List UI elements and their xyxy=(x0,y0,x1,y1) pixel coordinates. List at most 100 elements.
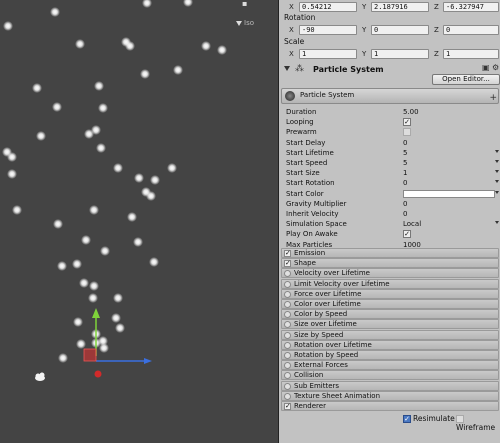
property-checkbox[interactable] xyxy=(403,230,411,239)
particle-system-icon: ⁂ xyxy=(295,64,304,74)
module-row[interactable]: Size over Lifetime xyxy=(281,319,499,330)
dropdown-arrow-icon[interactable] xyxy=(495,170,499,174)
property-checkbox[interactable] xyxy=(403,118,411,127)
rotation-label: Rotation xyxy=(284,13,316,22)
gizmo-y-arrow[interactable] xyxy=(92,308,100,318)
scale-z-field[interactable]: 1 xyxy=(443,49,499,59)
particle xyxy=(134,173,144,183)
property-value[interactable]: 5 xyxy=(403,158,407,168)
rotation-x-field[interactable]: -90 xyxy=(299,25,357,35)
property-checkbox[interactable] xyxy=(403,128,411,137)
module-label: Sub Emitters xyxy=(294,381,340,390)
module-toggle[interactable] xyxy=(284,321,291,329)
module-toggle[interactable] xyxy=(284,250,291,257)
property-value[interactable] xyxy=(403,117,411,127)
module-toggle[interactable] xyxy=(284,372,291,380)
gear-icon[interactable]: ⚙ xyxy=(492,64,500,72)
module-toggle[interactable] xyxy=(284,260,291,268)
particle xyxy=(115,323,125,333)
module-toggle[interactable] xyxy=(284,392,291,400)
add-plus-icon[interactable]: + xyxy=(489,93,497,103)
module-row[interactable]: External Forces xyxy=(281,360,499,371)
property-row: Inherit Velocity 0 xyxy=(279,209,500,219)
module-toggle[interactable] xyxy=(284,331,291,339)
gizmo-x-handle[interactable] xyxy=(94,370,102,378)
position-y-field[interactable]: 2.187916 xyxy=(371,2,429,12)
module-row[interactable]: Shape xyxy=(281,258,499,269)
module-toggle[interactable] xyxy=(284,403,291,410)
particle xyxy=(98,103,108,113)
module-row[interactable]: Velocity over Lifetime xyxy=(281,268,499,279)
property-value[interactable] xyxy=(403,229,411,239)
module-row[interactable]: Texture Sheet Animation xyxy=(281,390,499,401)
property-value[interactable]: Local xyxy=(403,219,421,229)
wireframe-checkbox[interactable] xyxy=(456,415,464,423)
property-label: Duration xyxy=(286,108,317,116)
open-editor-button[interactable]: Open Editor... xyxy=(432,74,500,85)
particle xyxy=(12,205,22,215)
scale-x-field[interactable]: 1 xyxy=(299,49,357,59)
property-value[interactable] xyxy=(403,127,411,137)
module-row[interactable]: Collision xyxy=(281,370,499,381)
rotation-y-field[interactable]: 0 xyxy=(371,25,429,35)
rotation-z-field[interactable]: 0 xyxy=(443,25,499,35)
particle-system-module-header[interactable]: Particle System + xyxy=(281,88,499,104)
dropdown-arrow-icon[interactable] xyxy=(495,149,499,153)
dropdown-arrow-icon[interactable] xyxy=(495,180,499,184)
module-toggle[interactable] xyxy=(284,270,291,278)
module-row[interactable]: Color over Lifetime xyxy=(281,299,499,309)
property-row: Start Color xyxy=(279,189,500,199)
module-label: Force over Lifetime xyxy=(294,289,362,298)
foldout-arrow-icon[interactable] xyxy=(284,66,290,71)
module-toggle[interactable] xyxy=(284,301,291,308)
module-row[interactable]: Force over Lifetime xyxy=(281,288,499,299)
dropdown-arrow-icon[interactable] xyxy=(495,190,499,194)
rotation-y-label: Y xyxy=(362,26,367,34)
property-value[interactable]: 5.00 xyxy=(403,107,419,117)
property-value[interactable]: 5 xyxy=(403,148,407,158)
help-book-icon[interactable]: ▣ xyxy=(482,64,490,72)
module-row[interactable]: Rotation over Lifetime xyxy=(281,339,499,350)
scale-y-field[interactable]: 1 xyxy=(371,49,429,59)
resimulate-option[interactable]: Resimulate xyxy=(403,414,455,423)
module-toggle[interactable] xyxy=(284,341,291,349)
iso-toggle[interactable]: Iso xyxy=(236,19,254,27)
particle xyxy=(36,131,46,141)
camera-icon[interactable]: ▪ xyxy=(242,0,250,8)
property-label: Start Speed xyxy=(286,159,328,167)
module-row[interactable]: Emission xyxy=(281,248,499,258)
particle xyxy=(7,152,17,162)
dropdown-arrow-icon[interactable] xyxy=(495,160,499,163)
module-toggle[interactable] xyxy=(284,280,291,288)
property-value[interactable]: 0 xyxy=(403,199,407,209)
scene-view[interactable]: ▪ Iso xyxy=(0,0,278,443)
property-value[interactable]: 0 xyxy=(403,209,407,219)
start-color-swatch[interactable] xyxy=(403,189,495,198)
module-row[interactable]: Sub Emitters xyxy=(281,380,499,391)
gizmo-plane-handle[interactable] xyxy=(83,348,97,362)
dropdown-arrow-icon[interactable] xyxy=(495,221,499,225)
module-toggle[interactable] xyxy=(284,382,291,390)
resimulate-checkbox[interactable] xyxy=(403,415,411,423)
position-x-field[interactable]: 0.54212 xyxy=(299,2,357,12)
property-value[interactable]: 0 xyxy=(403,138,407,148)
particle xyxy=(50,7,60,17)
property-value[interactable]: 0 xyxy=(403,178,407,188)
module-label: Size over Lifetime xyxy=(294,320,357,329)
module-row[interactable]: Color by Speed xyxy=(281,309,499,320)
cloud-icon xyxy=(35,372,45,381)
module-row[interactable]: Rotation by Speed xyxy=(281,350,499,360)
module-row[interactable]: Limit Velocity over Lifetime xyxy=(281,278,499,289)
particle xyxy=(73,317,83,327)
module-row[interactable]: Size by Speed xyxy=(281,329,499,340)
wireframe-option[interactable]: Wireframe xyxy=(456,414,500,432)
particle xyxy=(7,169,17,179)
particle xyxy=(201,41,211,51)
property-value[interactable]: 1 xyxy=(403,168,407,178)
position-z-field[interactable]: -6.327947 xyxy=(443,2,499,12)
module-toggle[interactable] xyxy=(284,362,291,370)
module-toggle[interactable] xyxy=(284,290,291,298)
gizmo-z-arrow[interactable] xyxy=(144,358,152,364)
module-toggle[interactable] xyxy=(284,311,291,319)
module-toggle[interactable] xyxy=(284,352,291,359)
